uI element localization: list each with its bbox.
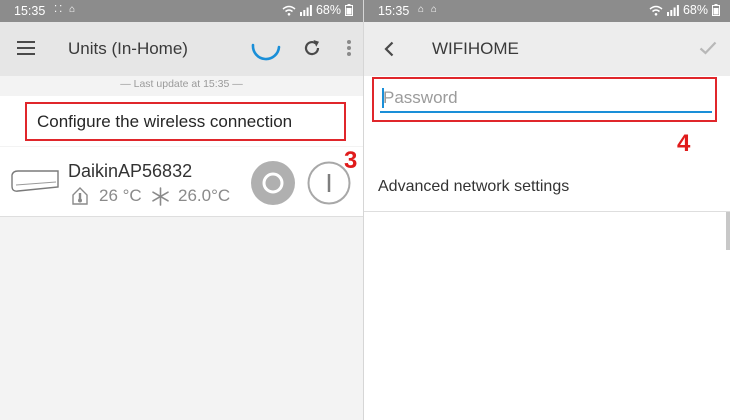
loading-spinner-icon — [251, 43, 281, 61]
refresh-icon[interactable] — [302, 38, 322, 58]
signal-icon — [299, 4, 312, 16]
advanced-network-settings-label[interactable]: Advanced network settings — [378, 178, 569, 196]
highlight-box-configure — [25, 102, 346, 141]
status-notification-icons: ⁚⁚ ⌂ — [54, 4, 78, 15]
battery-icon — [345, 4, 353, 16]
highlight-box-password — [372, 77, 717, 122]
step-number-3: 3 — [344, 147, 358, 174]
snowflake-icon — [152, 187, 169, 206]
wifi-status-icon — [282, 5, 296, 16]
back-arrow-icon[interactable] — [384, 41, 394, 57]
check-icon[interactable] — [699, 41, 717, 55]
page-title: Units (In-Home) — [68, 39, 188, 58]
air-conditioner-icon — [11, 170, 59, 192]
wifi-status-icon — [649, 5, 663, 16]
app-bar: Units (In-Home) — [0, 22, 363, 76]
battery-percent: 68% — [315, 3, 341, 17]
thermometer-house-icon — [72, 187, 88, 205]
battery-icon — [712, 4, 720, 16]
set-temperature: 26.0°C — [178, 186, 231, 205]
status-bar: 15:35 ⌂ ⌂ 68% — [364, 0, 730, 22]
more-vert-icon[interactable] — [346, 39, 352, 57]
room-temperature: 26 °C — [99, 186, 142, 205]
status-right-cluster: 68% — [282, 3, 353, 17]
status-time: 15:35 — [378, 4, 410, 18]
status-time: 15:35 — [14, 4, 46, 18]
last-update-label: — Last update at 15:35 — — [120, 78, 243, 90]
page-title: WIFIHOME — [432, 39, 519, 58]
status-notification-icons: ⌂ ⌂ — [418, 4, 439, 15]
status-bar: 15:35 ⁚⁚ ⌂ 68% — [0, 0, 363, 22]
status-right-cluster: 68% — [649, 3, 720, 17]
battery-percent: 68% — [682, 3, 708, 17]
unit-name: DaikinAP56832 — [68, 161, 193, 181]
app-bar: WIFIHOME — [364, 22, 730, 76]
menu-icon[interactable] — [17, 41, 35, 55]
scrollbar-thumb[interactable] — [726, 212, 730, 250]
step-number-4: 4 — [677, 130, 691, 157]
power-off-icon[interactable] — [251, 161, 295, 205]
units-screen: 15:35 ⁚⁚ ⌂ 68% Units (In-Home) — Last up… — [0, 0, 363, 420]
signal-icon — [666, 4, 679, 16]
